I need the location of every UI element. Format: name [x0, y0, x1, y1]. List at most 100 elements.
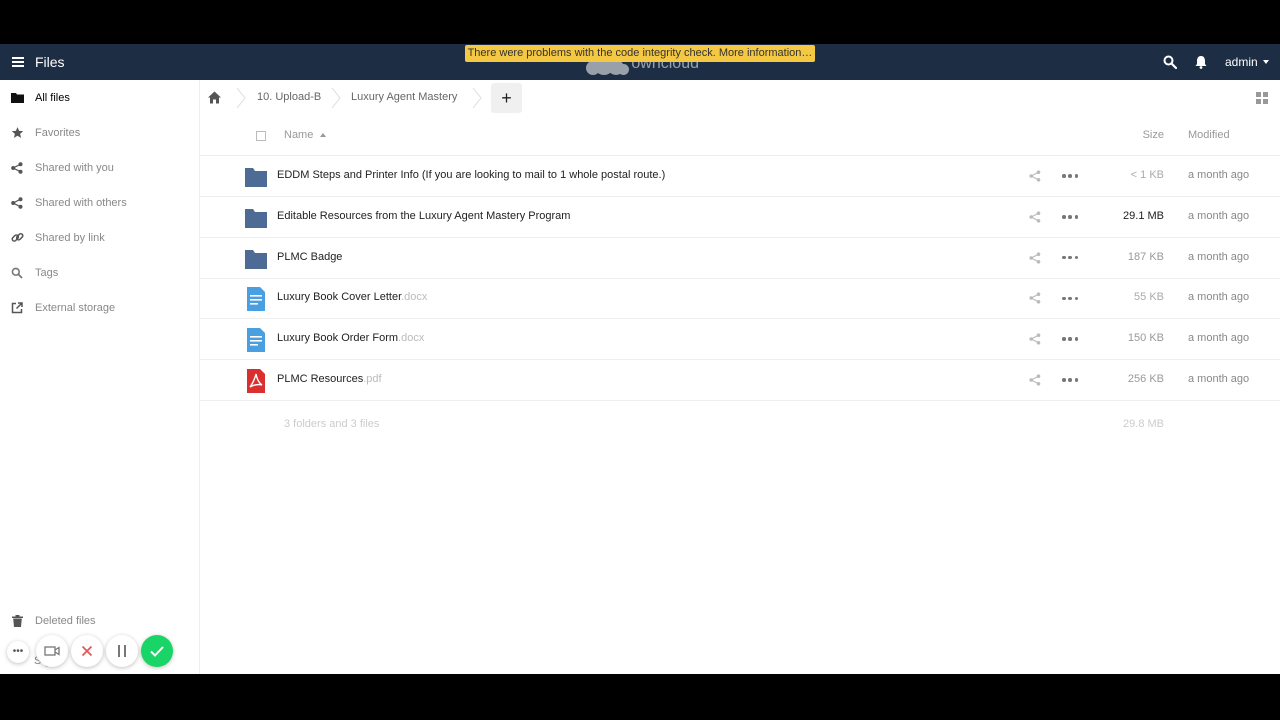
sidebar-item-shared-by-link[interactable]: Shared by link [0, 220, 199, 255]
more-actions-icon[interactable] [1062, 374, 1078, 386]
sidebar-item-deleted-files[interactable]: Deleted files [0, 603, 199, 638]
new-button[interactable]: + [491, 83, 522, 113]
sidebar-item-label: External storage [35, 301, 116, 314]
file-row[interactable]: Luxury Book Order Form.docx 150 KB a month… [200, 319, 1280, 361]
file-basename: Luxury Book Cover Letter [277, 291, 402, 304]
file-name[interactable]: Editable Resources from the Luxury Agent… [277, 210, 570, 222]
file-extension: .pdf [363, 373, 382, 385]
file-row[interactable]: PLMC Resources.pdf 256 KB a month ago [200, 360, 1280, 401]
file-name[interactable]: EDDM Steps and Printer Info (If you are … [277, 169, 665, 181]
select-all-checkbox[interactable] [256, 131, 266, 141]
share-icon[interactable] [1029, 292, 1041, 304]
folder-icon [245, 208, 267, 228]
more-actions-icon[interactable] [1062, 292, 1078, 304]
file-summary: 3 folders and 3 files [284, 418, 380, 430]
file-basename: Luxury Book Order Form [277, 332, 399, 345]
sidebar-item-label: Shared with others [35, 196, 127, 209]
cancel-recording-button[interactable] [71, 635, 103, 667]
more-actions-icon[interactable] [1062, 333, 1078, 345]
search-icon [10, 266, 24, 280]
sidebar-item-label: Shared by link [35, 231, 105, 244]
sort-ascending-icon [320, 133, 327, 137]
file-size: 187 KB [1127, 250, 1164, 263]
sidebar-item-label: Tags [35, 266, 59, 279]
breadcrumb: 10. Upload-B Luxury Agent Mastery + [200, 80, 1280, 116]
file-size: 29.1 MB [1123, 209, 1164, 222]
sidebar-item-label: Deleted files [35, 614, 96, 627]
file-modified: a month ago [1188, 291, 1250, 304]
column-modified[interactable]: Modified [1188, 129, 1230, 141]
file-modified: a month ago [1188, 373, 1250, 385]
document-icon [247, 328, 265, 353]
file-name[interactable]: PLMC Badge [277, 251, 342, 263]
share-icon [10, 196, 24, 210]
sidebar-item-label: All files [35, 91, 70, 104]
file-name[interactable]: Luxury Book Order Form.docx [277, 332, 424, 344]
share-icon[interactable] [1029, 170, 1041, 182]
integrity-warning-banner[interactable]: There were problems with the code integr… [465, 45, 815, 62]
document-icon [247, 287, 265, 312]
file-modified: a month ago [1188, 250, 1250, 263]
sidebar-item-label: Shared with you [35, 161, 114, 174]
sidebar-item-shared-with-you[interactable]: Shared with you [0, 150, 199, 185]
breadcrumb-item[interactable]: Luxury Agent Mastery [351, 91, 457, 103]
file-modified: a month ago [1188, 169, 1250, 181]
file-modified: a month ago [1188, 332, 1250, 345]
breadcrumb-item[interactable]: 10. Upload-B [257, 91, 321, 103]
file-row[interactable]: Editable Resources from the Luxury Agent… [200, 197, 1280, 238]
sidebar-item-favorites[interactable]: Favorites [0, 115, 199, 150]
file-modified: a month ago [1188, 209, 1250, 222]
app-title: Files [35, 54, 65, 70]
camera-toggle-button[interactable] [36, 635, 68, 667]
link-icon [10, 231, 24, 245]
more-actions-icon[interactable] [1062, 211, 1078, 223]
home-icon[interactable] [208, 91, 221, 104]
file-basename: PLMC Resources [277, 373, 364, 385]
sidebar-item-shared-with-others[interactable]: Shared with others [0, 185, 199, 220]
file-table-header: Name Size Modified [200, 116, 1280, 156]
notifications-bell-icon[interactable] [1195, 55, 1207, 69]
share-icon[interactable] [1029, 211, 1041, 223]
sidebar-item-tags[interactable]: Tags [0, 255, 199, 290]
file-basename: PLMC Badge [277, 250, 343, 263]
user-menu[interactable]: admin [1225, 54, 1269, 70]
column-name[interactable]: Name [284, 129, 327, 141]
share-icon[interactable] [1029, 374, 1041, 386]
app-menu-button[interactable]: Files [8, 53, 66, 71]
username: admin [1225, 55, 1258, 69]
sidebar-item-all-files[interactable]: All files [0, 80, 199, 115]
more-options-button[interactable]: ••• [7, 641, 29, 663]
top-header: Files owncloud There were problems with … [0, 44, 1280, 80]
file-extension: .docx [398, 332, 425, 345]
sidebar-item-external-storage[interactable]: External storage [0, 290, 199, 325]
total-size: 29.8 MB [1123, 418, 1164, 430]
breadcrumb-separator [472, 88, 482, 108]
file-name[interactable]: Luxury Book Cover Letter.docx [277, 291, 427, 303]
pdf-icon [247, 369, 265, 393]
share-icon[interactable] [1029, 333, 1041, 345]
column-size[interactable]: Size [1143, 129, 1164, 141]
share-icon [10, 161, 24, 175]
file-row[interactable]: PLMC Badge 187 KB a month ago [200, 238, 1280, 279]
pause-icon [118, 645, 126, 657]
pause-recording-button[interactable] [106, 635, 138, 667]
file-basename: EDDM Steps and Printer Info (If you are … [277, 169, 666, 181]
column-name-label: Name [284, 129, 314, 141]
grid-view-icon[interactable] [1256, 92, 1268, 104]
breadcrumb-separator [331, 88, 341, 108]
plus-icon: + [501, 88, 512, 108]
star-icon [10, 126, 24, 140]
share-icon[interactable] [1029, 251, 1041, 264]
more-actions-icon[interactable] [1062, 170, 1078, 182]
file-extension: .docx [401, 291, 428, 304]
finish-recording-button[interactable] [141, 635, 173, 667]
more-actions-icon[interactable] [1062, 252, 1078, 264]
folder-icon [245, 168, 267, 187]
owncloud-window: Files owncloud There were problems with … [0, 44, 1280, 674]
hamburger-icon [12, 57, 24, 67]
file-name[interactable]: PLMC Resources.pdf [277, 373, 382, 385]
file-row[interactable]: EDDM Steps and Printer Info (If you are … [200, 156, 1280, 197]
trash-icon [10, 614, 24, 628]
file-row[interactable]: Luxury Book Cover Letter.docx 55 KB a mont… [200, 278, 1280, 320]
search-icon[interactable] [1163, 55, 1177, 69]
